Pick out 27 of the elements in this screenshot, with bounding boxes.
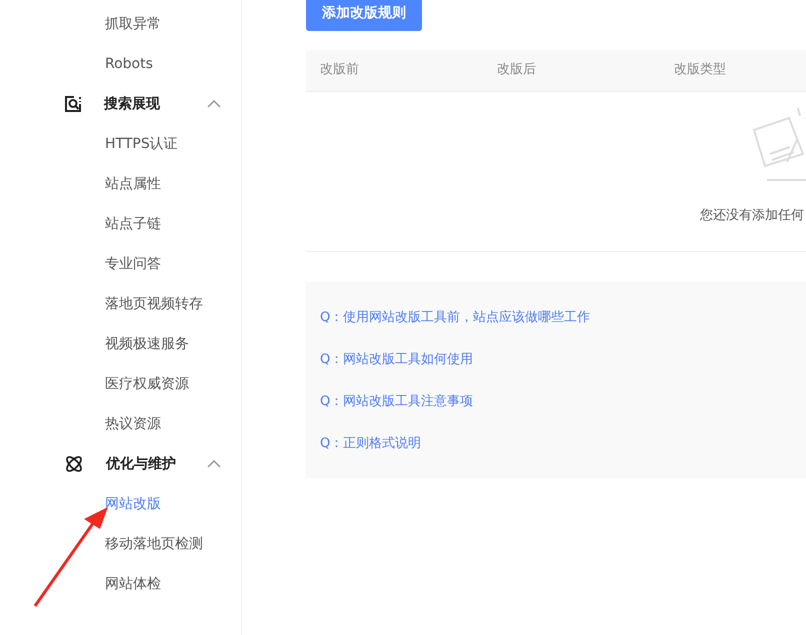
sidebar-item[interactable]: HTTPS认证 xyxy=(105,134,178,154)
atom-icon xyxy=(64,455,84,473)
sidebar-item[interactable]: 站点子链 xyxy=(105,214,161,234)
sidebar-item[interactable]: 站点属性 xyxy=(105,174,161,194)
sidebar-item[interactable]: 抓取异常 xyxy=(105,14,161,34)
chevron-icon xyxy=(207,100,221,108)
column-header: 改版类型 xyxy=(673,61,727,80)
sidebar-item[interactable]: 落地页视频转存 xyxy=(105,294,203,314)
sidebar-item[interactable]: 视频极速服务 xyxy=(105,334,189,354)
column-header: 改版后 xyxy=(496,61,537,80)
faq-link[interactable]: Q：网站改版工具注意事项 xyxy=(320,390,474,412)
faq-link[interactable]: Q：网站改版工具如何使用 xyxy=(320,348,474,370)
sidebar-item[interactable]: Robots xyxy=(105,54,153,74)
sidebar-item[interactable]: 医疗权威资源 xyxy=(105,374,189,394)
faq-link[interactable]: Q：使用网站改版工具前，站点应该做哪些工作 xyxy=(320,306,590,328)
column-header: 改版前 xyxy=(319,61,360,80)
faq-link[interactable]: Q：正则格式说明 xyxy=(320,432,422,454)
sidebar-item[interactable]: 移动落地页检测 xyxy=(105,534,203,554)
sidebar-group-header[interactable]: 搜索展现 xyxy=(0,84,241,124)
sidebar-item[interactable]: 网站改版 xyxy=(105,494,161,514)
sidebar-group-header[interactable]: 优化与维护 xyxy=(0,444,241,484)
sidebar-item[interactable]: 专业问答 xyxy=(105,254,161,274)
sidebar-item[interactable]: 热议资源 xyxy=(105,414,161,434)
search-icon xyxy=(64,95,82,113)
chevron-icon xyxy=(207,460,221,468)
empty-message: 您还没有添加任何 xyxy=(700,206,805,224)
sidebar-item[interactable]: 网站体检 xyxy=(105,574,161,594)
